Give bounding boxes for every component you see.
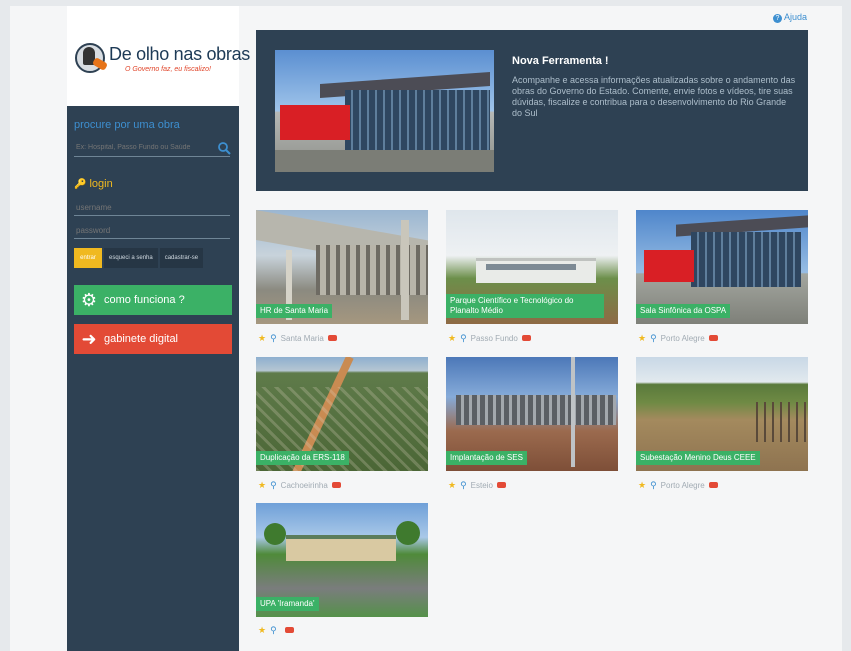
location-pin-icon: ⚲ <box>460 332 467 343</box>
username-field[interactable] <box>74 199 230 216</box>
feature-banner: Nova Ferramenta ! Acompanhe e acessa inf… <box>256 30 808 191</box>
location-pin-icon: ⚲ <box>270 624 277 635</box>
star-icon[interactable]: ★ <box>258 625 266 636</box>
key-icon: 🔑 <box>74 179 87 190</box>
card-city: Porto Alegre <box>660 480 705 490</box>
how-it-works-label: como funciona ? <box>104 294 185 306</box>
help-link[interactable]: ? Ajuda <box>773 12 807 23</box>
card-meta: ★ ⚲ Passo Fundo <box>448 332 531 344</box>
gear-icon: ⚙ <box>80 289 98 310</box>
star-icon[interactable]: ★ <box>448 333 456 344</box>
card-meta: ★ ⚲ Cachoeirinha <box>258 479 341 491</box>
card-label: UPA 'Iramanda' <box>256 597 319 611</box>
project-card[interactable]: Implantação de SES <box>446 357 618 471</box>
help-label: Ajuda <box>784 12 808 22</box>
search-label: procure por uma obra <box>74 119 180 131</box>
enter-button[interactable]: entrar <box>74 248 102 268</box>
comment-icon[interactable] <box>327 335 337 341</box>
project-card[interactable]: UPA 'Iramanda' <box>256 503 428 617</box>
location-pin-icon: ⚲ <box>650 479 657 490</box>
password-field[interactable] <box>74 222 230 239</box>
logo-title: De olho nas obras <box>109 44 250 64</box>
star-icon[interactable]: ★ <box>638 333 646 344</box>
location-pin-icon: ⚲ <box>460 479 467 490</box>
feature-image[interactable] <box>275 50 494 172</box>
project-card[interactable]: Parque Científico e Tecnológico do Plana… <box>446 210 618 324</box>
comment-icon[interactable] <box>331 482 341 488</box>
star-icon[interactable]: ★ <box>258 480 266 491</box>
question-circle-icon: ? <box>773 14 782 23</box>
card-city: Esteio <box>470 480 493 490</box>
card-meta: ★ ⚲ Porto Alegre <box>638 332 718 344</box>
location-pin-icon: ⚲ <box>270 332 277 343</box>
comment-icon[interactable] <box>521 335 531 341</box>
feature-text: Acompanhe e acessa informações atualizad… <box>512 75 796 118</box>
digital-cabinet-label: gabinete digital <box>104 333 179 345</box>
location-pin-icon: ⚲ <box>650 332 657 343</box>
card-meta: ★ ⚲ <box>258 624 294 636</box>
logo-tagline: O Governo faz, eu fiscalizo! <box>125 66 211 73</box>
star-icon[interactable]: ★ <box>448 480 456 491</box>
card-city: Cachoeirinha <box>280 480 328 490</box>
digital-cabinet-button[interactable]: ➜ gabinete digital <box>74 324 232 354</box>
register-button[interactable]: cadastrar-se <box>159 248 204 268</box>
card-city: Passo Fundo <box>470 333 518 343</box>
star-icon[interactable]: ★ <box>258 333 266 344</box>
card-label: Subestação Menino Deus CEEE <box>636 451 760 465</box>
card-label: Sala Sinfônica da OSPA <box>636 304 731 318</box>
arrow-left-icon: ➜ <box>81 328 97 349</box>
card-label: HR de Santa Maria <box>256 304 333 318</box>
how-it-works-button[interactable]: ⚙ como funciona ? <box>74 285 232 315</box>
card-meta: ★ ⚲ Santa Maria <box>258 332 337 344</box>
feature-title: Nova Ferramenta ! <box>512 55 609 67</box>
login-buttons: entrar esqueci a senha cadastrar-se <box>74 248 204 268</box>
comment-icon[interactable] <box>708 482 718 488</box>
sidebar: De olho nas obras O Governo faz, eu fisc… <box>67 6 250 651</box>
card-meta: ★ ⚲ Porto Alegre <box>638 479 718 491</box>
logo[interactable]: De olho nas obras O Governo faz, eu fisc… <box>67 6 250 106</box>
star-icon[interactable]: ★ <box>638 480 646 491</box>
project-card[interactable]: Subestação Menino Deus CEEE <box>636 357 808 471</box>
forgot-password-button[interactable]: esqueci a senha <box>104 248 158 268</box>
card-label: Parque Científico e Tecnológico do Plana… <box>446 294 604 318</box>
card-label: Duplicação da ERS-118 <box>256 451 349 465</box>
comment-icon[interactable] <box>496 482 506 488</box>
card-city: Santa Maria <box>280 333 324 343</box>
comment-icon[interactable] <box>708 335 718 341</box>
project-card[interactable]: Sala Sinfônica da OSPA <box>636 210 808 324</box>
card-meta: ★ ⚲ Esteio <box>448 479 506 491</box>
card-city: Porto Alegre <box>660 333 705 343</box>
card-label: Implantação de SES <box>446 451 527 465</box>
login-heading: 🔑 login <box>74 178 113 190</box>
comment-icon[interactable] <box>284 627 294 633</box>
project-card[interactable]: HR de Santa Maria <box>256 210 428 324</box>
search-input[interactable] <box>74 139 230 157</box>
project-card[interactable]: Duplicação da ERS-118 <box>256 357 428 471</box>
location-pin-icon: ⚲ <box>270 479 277 490</box>
login-label: login <box>89 178 113 190</box>
search-icon[interactable] <box>217 141 231 155</box>
